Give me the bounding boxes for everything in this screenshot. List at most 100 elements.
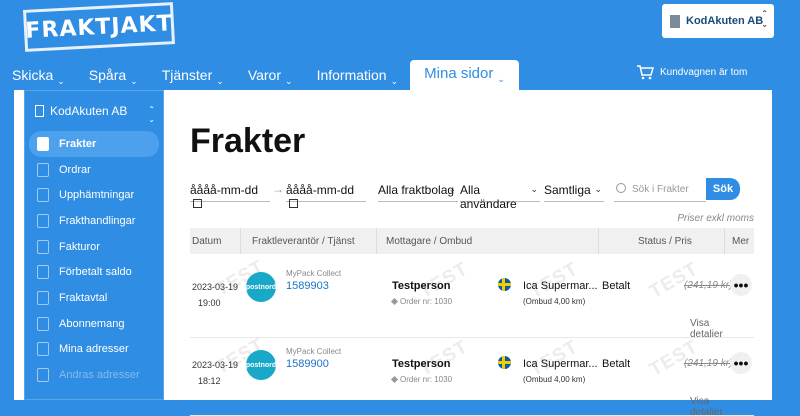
tracking-link[interactable]: 1589900 [286, 358, 329, 370]
chevron-down-icon: ⌄ [726, 410, 735, 416]
calendar-icon [289, 199, 298, 208]
row-order: Order nr: 1030 [390, 375, 452, 384]
row-date: 2023-03-19 [192, 282, 239, 292]
calendar-icon [193, 199, 202, 208]
chevron-down-icon: ⌄ [216, 76, 224, 86]
chevron-down-icon: ⌄ [530, 184, 538, 194]
nav-item-tjanster[interactable]: Tjänster ⌄ [150, 60, 236, 90]
column-carrier: Fraktleverantör / Tjänst [252, 236, 355, 247]
nav-item-spara[interactable]: Spåra ⌄ [77, 60, 150, 90]
building-icon [670, 14, 680, 28]
document-icon [37, 213, 49, 228]
sidebar-item-frakthandlingar[interactable]: Frakthandlingar [25, 208, 163, 234]
order-icon [37, 162, 49, 177]
row-time: 18:12 [198, 376, 221, 386]
price-note: Priser exkl moms [677, 213, 754, 224]
row-recipient: Testperson [392, 280, 451, 292]
sidebar: KodAkuten AB ⌃ ⌄ Frakter Ordrar Upphämtni… [24, 90, 164, 400]
status-badge: Betalt [602, 358, 631, 370]
table-row[interactable]: TEST TEST TEST TEST 2023-03-19 19:00 pos… [190, 260, 754, 338]
carrier-filter-select[interactable]: Alla fraktbolag ⌄ [378, 178, 458, 202]
row-recipient: Testperson [392, 358, 451, 370]
row-ombud-distance: (Ombud 4,00 km) [523, 375, 586, 384]
sidebar-company-selector[interactable]: KodAkuten AB ⌃ ⌄ [25, 91, 163, 131]
sidebar-item-andras-adresser[interactable]: Andras adresser [25, 362, 163, 388]
sidebar-item-mina-adresser[interactable]: Mina adresser [25, 337, 163, 363]
user-filter-select[interactable]: Alla användare ⌄ [460, 178, 540, 211]
sidebar-item-fakturor[interactable]: Fakturor [25, 234, 163, 260]
cart-label: Kundvagnen är tom [660, 66, 748, 78]
column-divider [598, 228, 599, 254]
invoice-icon [37, 239, 49, 254]
chevron-down-icon: ⌄ [57, 76, 65, 86]
sidebar-item-forbetalt-saldo[interactable]: Förbetalt saldo [25, 259, 163, 285]
column-date: Datum [192, 236, 222, 247]
tracking-link[interactable]: 1589903 [286, 280, 329, 292]
cart-link[interactable]: Kundvagnen är tom [636, 64, 747, 80]
company-selector[interactable]: KodAkuten AB ⌃ ⌄ [662, 4, 774, 38]
sidebar-item-fraktavtal[interactable]: Fraktavtal [25, 285, 163, 311]
row-price: (241,19 kr) [684, 280, 733, 291]
sweden-flag-icon [498, 356, 511, 369]
row-time: 19:00 [198, 298, 221, 308]
cart-icon [637, 65, 654, 80]
pickup-icon [37, 188, 49, 203]
show-details-link[interactable]: Visa detaljer ⌄ [690, 396, 754, 416]
main-panel: Frakter åååå-mm-dd → åååå-mm-dd Alla fra… [190, 90, 760, 416]
search-button[interactable]: Sök [706, 178, 740, 200]
row-date: 2023-03-19 [192, 360, 239, 370]
chevron-down-icon: ⌄ [130, 76, 138, 86]
row-order: Order nr: 1030 [390, 297, 452, 306]
sidebar-item-frakter[interactable]: Frakter [29, 131, 159, 157]
search-icon [616, 183, 626, 193]
arrow-right-icon: → [272, 182, 284, 196]
subscription-icon [37, 316, 49, 331]
chevron-down-icon: ⌄ [390, 76, 399, 86]
top-bar: FRAKTJAKT KodAkuten AB ⌃ ⌄ Skicka ⌄ Spåra ⌄… [0, 0, 800, 90]
chevron-down-icon: ⌄ [497, 74, 505, 84]
date-from-input[interactable]: åååå-mm-dd [190, 178, 270, 208]
search-input[interactable]: Sök i Frakter [614, 178, 706, 202]
nav-item-mina-sidor[interactable]: Mina sidor ⌄ [410, 60, 519, 90]
column-more: Mer [732, 236, 750, 247]
column-divider [724, 228, 725, 254]
more-options-button[interactable]: ••• [730, 352, 752, 374]
date-to-input[interactable]: åååå-mm-dd [286, 178, 366, 208]
chevron-down-icon: ⌄ [594, 184, 602, 194]
row-ombud: Ica Supermar... [523, 280, 598, 292]
main-nav: Skicka ⌄ Spåra ⌄ Tjänster ⌄ Varor ⌄ Informat… [0, 60, 519, 90]
updown-chevron-icon: ⌃ ⌄ [761, 9, 768, 29]
table-row[interactable]: TEST TEST TEST TEST 2023-03-19 18:12 pos… [190, 338, 754, 416]
show-details-link[interactable]: Visa detaljer ⌄ [690, 318, 754, 337]
sidebar-item-ordrar[interactable]: Ordrar [25, 157, 163, 183]
table-header: Datum Fraktleverantör / Tjänst Mottagare… [190, 228, 754, 254]
postnord-logo: postnord [246, 272, 276, 302]
balance-icon [37, 265, 49, 280]
nav-item-information[interactable]: Information ⌄ [305, 60, 411, 90]
column-divider [376, 228, 377, 254]
nav-item-skicka[interactable]: Skicka ⌄ [0, 60, 77, 90]
page-title: Frakter [190, 122, 306, 160]
column-divider [240, 228, 241, 254]
nav-item-varor[interactable]: Varor ⌄ [236, 60, 305, 90]
tag-icon [390, 375, 399, 384]
column-status: Status / Pris [638, 236, 692, 247]
building-icon [35, 105, 44, 117]
column-recipient: Mottagare / Ombud [386, 236, 473, 247]
sweden-flag-icon [498, 278, 511, 291]
contract-icon [37, 290, 49, 305]
sidebar-item-upphamtningar[interactable]: Upphämtningar [25, 182, 163, 208]
updown-chevron-icon: ⌃ ⌄ [148, 105, 155, 124]
tag-icon [390, 297, 399, 306]
row-price: (241,19 kr) [684, 358, 733, 369]
sidebar-company-label: KodAkuten AB [50, 104, 128, 118]
filter-bar: åååå-mm-dd → åååå-mm-dd Alla fraktbolag ⌄… [190, 178, 760, 211]
status-filter-select[interactable]: Samtliga ⌄ [544, 178, 604, 202]
location-pin-icon [37, 368, 49, 383]
fraktjakt-logo[interactable]: FRAKTJAKT [23, 2, 175, 52]
status-badge: Betalt [602, 280, 631, 292]
location-pin-icon [37, 342, 49, 357]
more-options-button[interactable]: ••• [730, 274, 752, 296]
sidebar-item-abonnemang[interactable]: Abonnemang [25, 311, 163, 337]
company-selector-label: KodAkuten AB [686, 15, 764, 27]
